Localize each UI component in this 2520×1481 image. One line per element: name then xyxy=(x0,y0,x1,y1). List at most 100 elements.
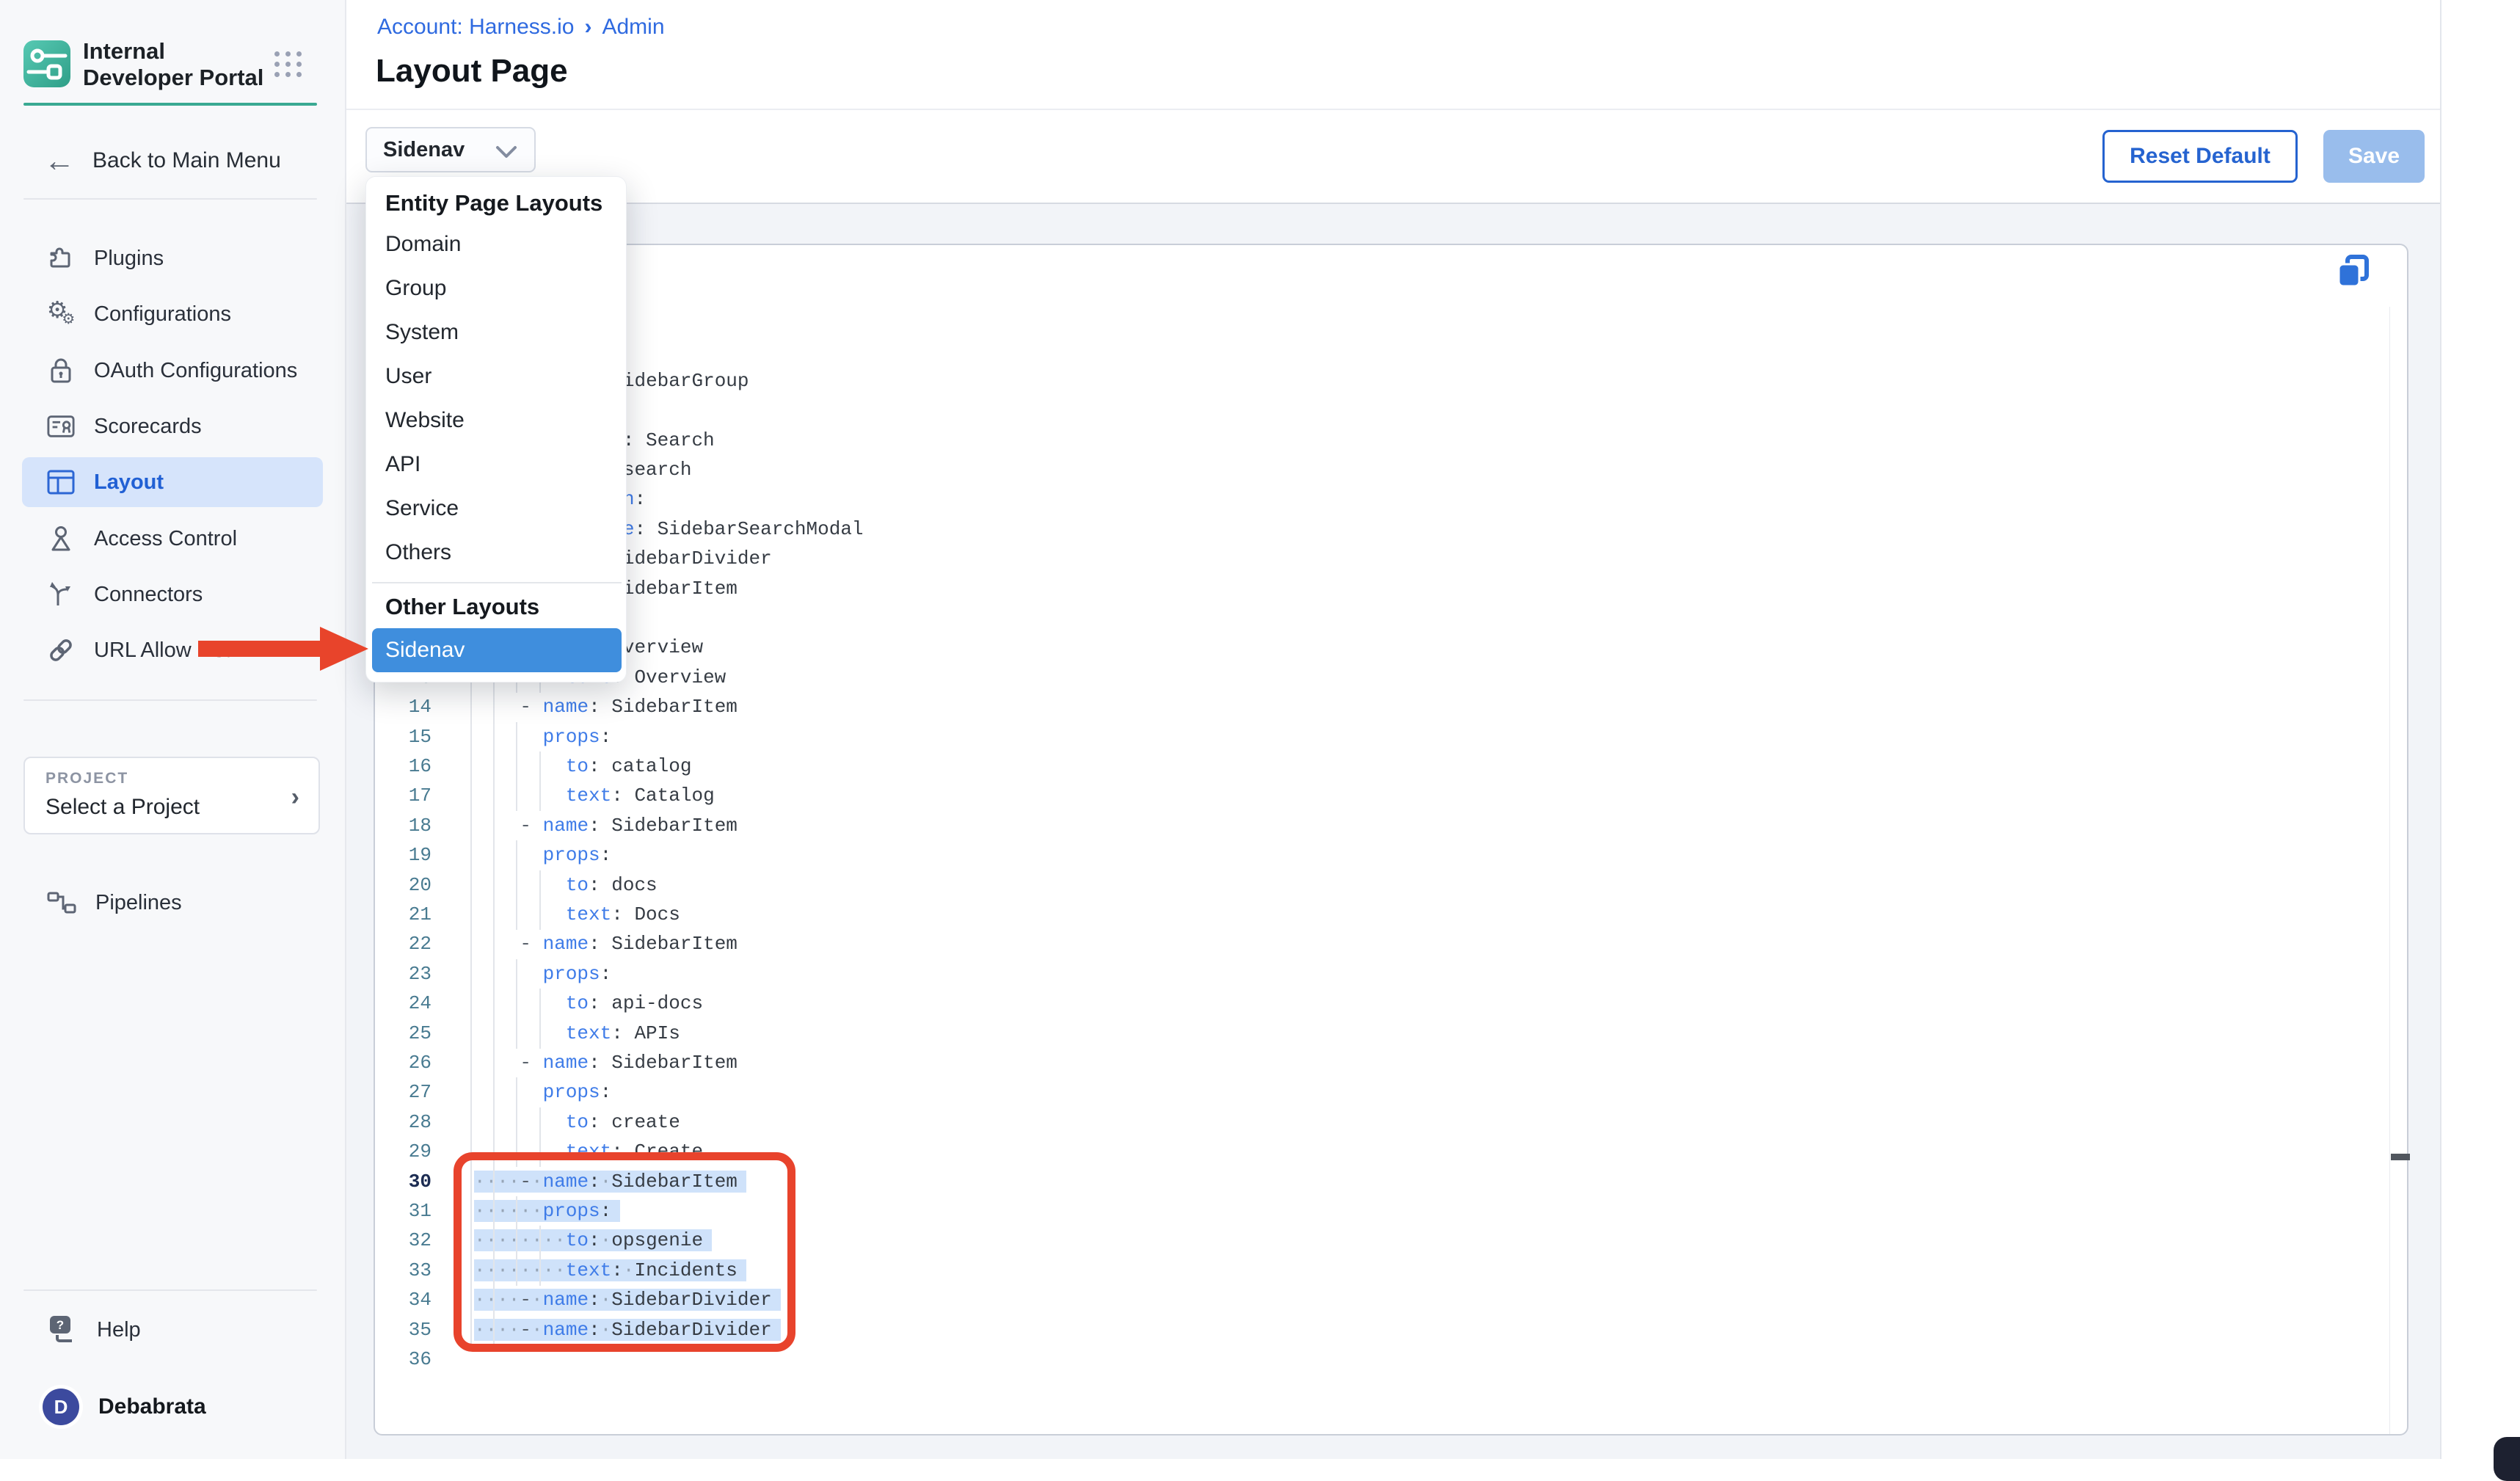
code-line[interactable]: 22 - name: SidebarItem xyxy=(375,929,2356,959)
line-number: 19 xyxy=(375,840,431,870)
sidebar-item-connectors[interactable]: Connectors xyxy=(22,570,323,619)
code-line[interactable]: 24 to: api-docs xyxy=(375,989,2356,1019)
indent-guide xyxy=(516,722,517,752)
project-selector[interactable]: PROJECT Select a Project › xyxy=(23,757,320,834)
breadcrumb-separator-icon: › xyxy=(584,15,591,39)
code-line[interactable]: 15 props: xyxy=(375,722,2356,752)
code-line[interactable]: 20 to: docs xyxy=(375,870,2356,900)
code-line[interactable]: 3 - name: SidebarGroup xyxy=(375,366,2356,396)
user-menu[interactable]: D Debabrata xyxy=(43,1386,206,1428)
code-line-content: props: xyxy=(474,1077,611,1107)
code-line[interactable]: 35····-·name:·SidebarDivider xyxy=(375,1315,2356,1345)
dropdown-item-system[interactable]: System xyxy=(385,320,459,345)
line-number: 15 xyxy=(375,722,431,752)
sidebar-item-pipelines[interactable]: Pipelines xyxy=(47,884,182,921)
code-line[interactable]: 31······props: xyxy=(375,1196,2356,1226)
code-line[interactable]: 34····-·name:·SidebarDivider xyxy=(375,1285,2356,1315)
code-line[interactable]: 6 to: /search xyxy=(375,455,2356,485)
app-switcher-icon[interactable] xyxy=(274,51,305,78)
code-line[interactable]: 30····-·name:·SidebarItem xyxy=(375,1167,2356,1197)
code-line-content: props: xyxy=(474,959,611,989)
dropdown-item-user[interactable]: User xyxy=(385,364,431,389)
code-line[interactable]: 2 children: xyxy=(375,336,2356,366)
indent-guide xyxy=(539,1019,541,1049)
code-line[interactable]: 23 props: xyxy=(375,959,2356,989)
sidebar-item-plugins[interactable]: Plugins xyxy=(22,233,323,283)
code-line[interactable]: 7 children: xyxy=(375,484,2356,514)
code-line[interactable]: 18 - name: SidebarItem xyxy=(375,811,2356,841)
code-line[interactable]: 33········text:·Incidents xyxy=(375,1256,2356,1286)
code-line-content: text: Catalog xyxy=(474,781,715,811)
code-line[interactable]: 26 - name: SidebarItem xyxy=(375,1048,2356,1078)
code-line[interactable]: 12 to: overview xyxy=(375,633,2356,663)
code-line[interactable]: 8 - name: SidebarSearchModal xyxy=(375,514,2356,545)
code-line[interactable]: 25 text: APIs xyxy=(375,1019,2356,1049)
code-line[interactable]: 32········to:·opsgenie xyxy=(375,1226,2356,1256)
code-line-content: props: xyxy=(474,722,611,752)
code-line[interactable]: 14 - name: SidebarItem xyxy=(375,692,2356,722)
code-area[interactable]: 1page:2 children:3 - name: SidebarGroup4… xyxy=(375,307,2386,1430)
code-line-content: to: catalog xyxy=(474,752,691,782)
code-line[interactable]: 28 to: create xyxy=(375,1107,2356,1138)
indent-guide xyxy=(516,781,517,811)
back-to-main-menu[interactable]: ← Back to Main Menu xyxy=(44,144,281,178)
url-allow-list-icon xyxy=(47,636,75,664)
indent-guide xyxy=(470,1048,472,1078)
dropdown-item-group[interactable]: Group xyxy=(385,276,446,301)
avatar: D xyxy=(43,1389,79,1425)
indent-guide xyxy=(539,1256,541,1286)
code-line[interactable]: 1page: xyxy=(375,307,2356,337)
indent-guide xyxy=(493,1107,495,1138)
copy-icon[interactable] xyxy=(2333,251,2374,292)
reset-default-button[interactable]: Reset Default xyxy=(2102,130,2298,183)
editor-scrollbar-thumb[interactable] xyxy=(2391,1154,2410,1160)
save-button[interactable]: Save xyxy=(2323,130,2425,183)
line-number: 14 xyxy=(375,692,431,722)
layout-type-select[interactable]: Sidenav xyxy=(365,127,536,172)
dropdown-item-api[interactable]: API xyxy=(385,452,420,477)
code-line[interactable]: 5 label: Search xyxy=(375,426,2356,456)
code-line[interactable]: 36 xyxy=(375,1344,2356,1375)
code-line[interactable]: 10 - name: SidebarItem xyxy=(375,574,2356,604)
code-line[interactable]: 27 props: xyxy=(375,1077,2356,1107)
code-line-content: ········text:·Incidents xyxy=(474,1256,746,1286)
code-line[interactable]: 4 props: xyxy=(375,396,2356,426)
page-title: Layout Page xyxy=(376,53,568,90)
code-line[interactable]: 17 text: Catalog xyxy=(375,781,2356,811)
code-line[interactable]: 29 text: Create xyxy=(375,1137,2356,1167)
dropdown-item-service[interactable]: Service xyxy=(385,496,459,521)
code-line[interactable]: 21 text: Docs xyxy=(375,900,2356,930)
breadcrumb-admin[interactable]: Admin xyxy=(602,15,664,39)
sidebar-item-configurations[interactable]: ⚙⚙Configurations xyxy=(22,289,323,339)
indent-guide xyxy=(493,870,495,900)
code-line[interactable]: 11 props: xyxy=(375,603,2356,633)
indent-guide xyxy=(493,840,495,870)
sidebar-item-url-allow-list[interactable]: URL Allow List xyxy=(22,625,323,675)
indent-guide xyxy=(539,1137,541,1167)
dropdown-item-sidenav[interactable]: Sidenav xyxy=(372,628,622,672)
indent-guide xyxy=(539,752,541,782)
indent-guide xyxy=(470,1107,472,1138)
sidebar-item-help[interactable]: ? Help xyxy=(47,1311,141,1349)
sidebar-item-label: Access Control xyxy=(94,527,237,551)
chevron-down-icon xyxy=(493,145,520,161)
indent-guide xyxy=(516,900,517,930)
code-line[interactable]: 19 props: xyxy=(375,840,2356,870)
sidebar-item-access-control[interactable]: Access Control xyxy=(22,514,323,564)
pipelines-icon xyxy=(47,890,76,915)
code-line[interactable]: 9 - name: SidebarDivider xyxy=(375,544,2356,574)
sidebar-item-oauth-configurations[interactable]: OAuth Configurations xyxy=(22,346,323,396)
dropdown-item-website[interactable]: Website xyxy=(385,408,465,433)
sidebar-item-scorecards[interactable]: Scorecards xyxy=(22,401,323,451)
code-line[interactable]: 16 to: catalog xyxy=(375,752,2356,782)
breadcrumb-account[interactable]: Account: Harness.io xyxy=(377,15,574,39)
code-line[interactable]: 13 text: Overview xyxy=(375,663,2356,693)
sidebar-item-layout[interactable]: Layout xyxy=(22,457,323,507)
line-number: 16 xyxy=(375,752,431,782)
chat-widget-corner[interactable] xyxy=(2494,1437,2520,1481)
dropdown-item-domain[interactable]: Domain xyxy=(385,232,461,257)
dropdown-item-others[interactable]: Others xyxy=(385,540,451,565)
indent-guide xyxy=(516,1019,517,1049)
user-name: Debabrata xyxy=(98,1394,206,1419)
dropdown-header-other: Other Layouts xyxy=(385,594,539,620)
